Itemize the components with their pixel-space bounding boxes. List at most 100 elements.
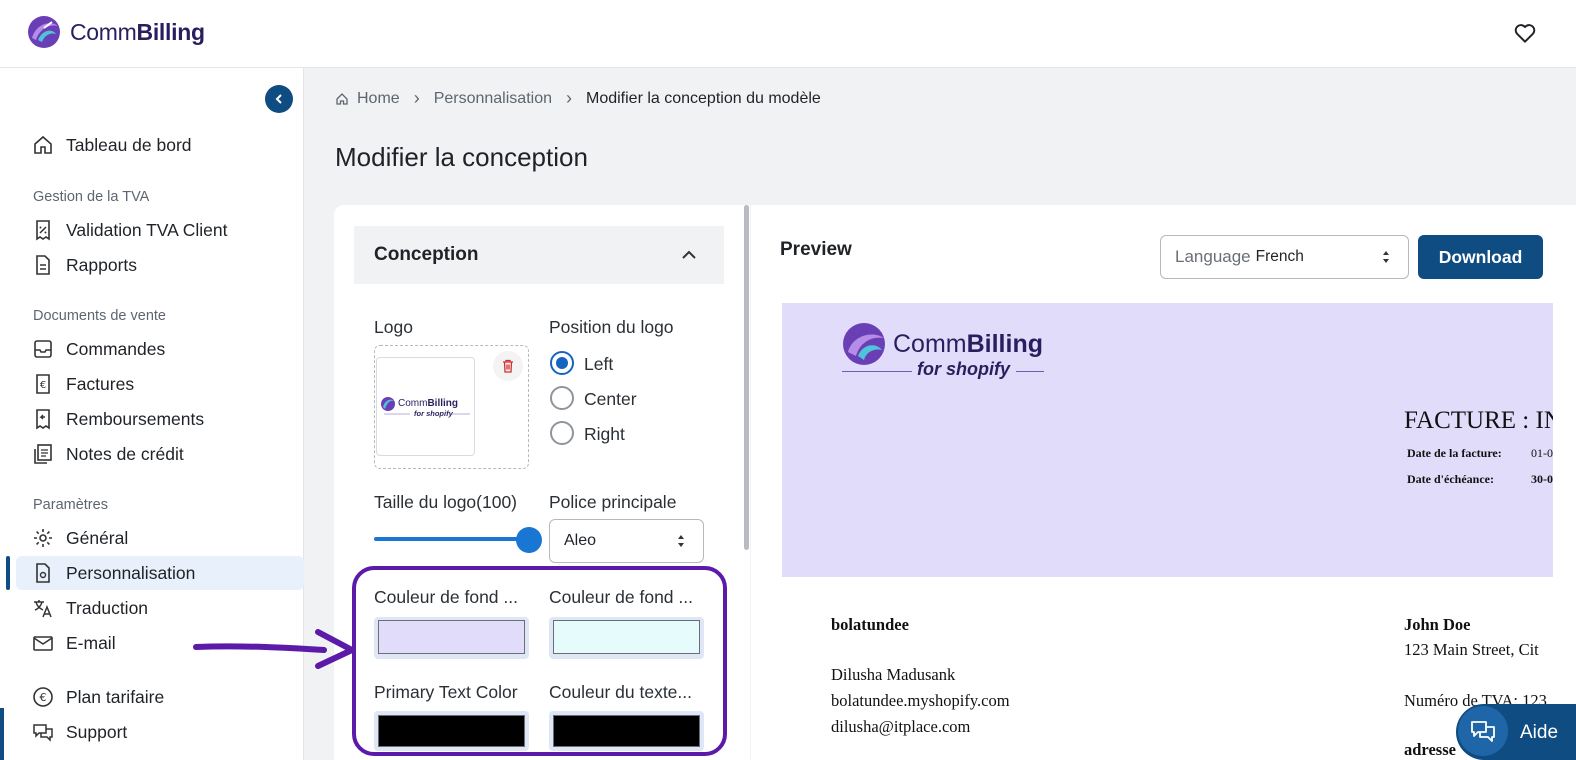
chevron-up-icon[interactable] bbox=[678, 244, 700, 266]
sidebar-item-label: Personnalisation bbox=[66, 562, 196, 583]
breadcrumb-home[interactable]: Home bbox=[357, 90, 400, 108]
buyer-name: John Doe bbox=[1404, 615, 1471, 634]
language-key: Language bbox=[1175, 247, 1251, 266]
sidebar-item-label: Remboursements bbox=[66, 408, 205, 429]
active-indicator bbox=[6, 556, 10, 590]
top-bar: CommBilling bbox=[0, 0, 1576, 68]
sidebar-item-label: Support bbox=[66, 721, 128, 742]
svg-text:€: € bbox=[40, 691, 47, 704]
download-button[interactable]: Download bbox=[1418, 235, 1543, 279]
sidebar-item-label: Plan tarifaire bbox=[66, 686, 165, 707]
seller-email: dilusha@itplace.com bbox=[831, 717, 971, 736]
sidebar-item-credit-notes[interactable]: Notes de crédit bbox=[16, 437, 304, 471]
sidebar-item-translation[interactable]: Traduction bbox=[16, 591, 304, 625]
secondary-text-color-label: Couleur du texte... bbox=[549, 682, 692, 702]
bg-color-2-swatch[interactable] bbox=[553, 620, 700, 654]
invoice-logo-tagline: for shopify bbox=[917, 359, 1010, 379]
svg-text:€: € bbox=[40, 380, 46, 391]
page-title: Modifier la conception bbox=[335, 142, 588, 172]
sidebar-item-label: Rapports bbox=[66, 254, 138, 275]
secondary-text-color-swatch[interactable] bbox=[553, 715, 700, 747]
position-right-label: Right bbox=[584, 424, 625, 444]
breadcrumb-current: Modifier la conception du modèle bbox=[585, 89, 821, 107]
invoice-title: FACTURE : IN bbox=[1404, 407, 1562, 434]
preview-clip-edge bbox=[1553, 303, 1576, 760]
select-arrows-icon bbox=[1383, 251, 1389, 263]
sidebar-item-refunds[interactable]: Remboursements bbox=[16, 402, 304, 436]
receipt-percent-icon bbox=[32, 219, 54, 241]
sidebar-item-vat-validation[interactable]: Validation TVA Client bbox=[16, 213, 304, 247]
svg-text:CommBilling: CommBilling bbox=[398, 398, 458, 409]
document-gear-icon bbox=[32, 562, 54, 584]
sidebar-collapse-button[interactable] bbox=[265, 85, 293, 113]
position-left-radio[interactable] bbox=[550, 351, 574, 375]
section-settings: Paramètres bbox=[33, 497, 108, 513]
sidebar-item-label: E-mail bbox=[66, 632, 116, 653]
sidebar-item-customization[interactable]: Personnalisation bbox=[16, 556, 304, 590]
chevron-left-icon bbox=[275, 94, 282, 104]
brand-logo[interactable]: CommBilling bbox=[26, 14, 205, 50]
logo-size-slider-thumb[interactable] bbox=[516, 527, 542, 553]
bg-color-2-label: Couleur de fond ... bbox=[549, 587, 693, 607]
logo-label: Logo bbox=[374, 317, 413, 337]
due-date-label: Date d'échéance: bbox=[1407, 472, 1494, 486]
preview-title: Preview bbox=[780, 239, 852, 260]
logo-position-label: Position du logo bbox=[549, 317, 674, 337]
annotation-arrow-icon bbox=[193, 629, 355, 669]
panel-scrollbar-thumb[interactable] bbox=[744, 205, 749, 550]
sidebar-item-label: Commandes bbox=[66, 338, 166, 359]
commbilling-logo-image: CommBilling for shopify bbox=[380, 396, 470, 418]
sidebar-item-invoices[interactable]: € Factures bbox=[16, 367, 304, 401]
trash-icon bbox=[503, 359, 513, 373]
logo-thumbnail: CommBilling for shopify bbox=[376, 357, 475, 456]
position-center-radio[interactable] bbox=[550, 386, 574, 410]
invoice-date-label: Date de la facture: bbox=[1407, 446, 1502, 460]
accordion-title: Conception bbox=[374, 244, 479, 265]
sidebar-item-reports[interactable]: Rapports bbox=[16, 248, 304, 282]
sidebar-item-support[interactable]: Support bbox=[16, 715, 304, 749]
invoice-date-value: 01-0 bbox=[1531, 446, 1553, 460]
position-right-radio[interactable] bbox=[550, 421, 574, 445]
accordion-design-header[interactable]: Conception bbox=[354, 226, 724, 284]
sidebar-item-label: Général bbox=[66, 527, 129, 548]
primary-text-color-swatch[interactable] bbox=[378, 715, 525, 747]
inbox-icon bbox=[32, 338, 54, 360]
seller-domain: bolatundee.myshopify.com bbox=[831, 691, 1010, 710]
help-widget-icon-wrap[interactable] bbox=[1458, 706, 1508, 756]
sidebar-item-label: Notes de crédit bbox=[66, 443, 184, 464]
invoice-logo-mark-icon bbox=[843, 323, 885, 365]
breadcrumb-separator: › bbox=[565, 88, 572, 108]
sidebar-item-label: Factures bbox=[66, 373, 135, 394]
gear-icon bbox=[32, 527, 54, 549]
logo-size-label: Taille du logo(100) bbox=[374, 492, 518, 512]
sidebar-item-orders[interactable]: Commandes bbox=[16, 332, 304, 366]
position-left-label: Left bbox=[584, 354, 614, 374]
language-select[interactable]: Language French bbox=[1160, 235, 1409, 279]
invoice-logo-brand: CommBilling bbox=[893, 330, 1043, 358]
seller-name: bolatundee bbox=[831, 615, 909, 634]
bg-color-1-swatch[interactable] bbox=[378, 620, 525, 654]
section-sales: Documents de vente bbox=[33, 308, 166, 324]
delete-logo-button[interactable] bbox=[493, 351, 523, 381]
bg-color-1-label: Couleur de fond ... bbox=[374, 587, 518, 607]
help-label[interactable]: Aide bbox=[1520, 722, 1558, 744]
sidebar-item-pricing[interactable]: € Plan tarifaire bbox=[16, 680, 304, 714]
euro-circle-icon: € bbox=[32, 686, 54, 708]
heart-icon[interactable] bbox=[1512, 20, 1538, 46]
logo-divider bbox=[1016, 371, 1044, 372]
logo-size-slider-track[interactable] bbox=[374, 537, 530, 541]
due-date-value: 30-0 bbox=[1531, 472, 1553, 486]
breadcrumb-customization[interactable]: Personnalisation bbox=[434, 90, 552, 108]
sidebar-item-dashboard[interactable]: Tableau de bord bbox=[16, 128, 304, 162]
breadcrumb: Home › Personnalisation › Modifier la co… bbox=[335, 88, 821, 109]
sidebar-item-general[interactable]: Général bbox=[16, 521, 304, 555]
main-font-value: Aleo bbox=[564, 532, 597, 549]
section-vat: Gestion de la TVA bbox=[33, 189, 150, 205]
sidebar-edge-indicator bbox=[0, 708, 4, 760]
receipt-refund-icon bbox=[32, 408, 54, 430]
address-heading: adresse bbox=[1404, 740, 1456, 759]
notes-icon bbox=[32, 443, 54, 465]
primary-text-color-label: Primary Text Color bbox=[374, 682, 518, 702]
mail-icon bbox=[32, 632, 54, 654]
position-center-label: Center bbox=[584, 389, 637, 409]
